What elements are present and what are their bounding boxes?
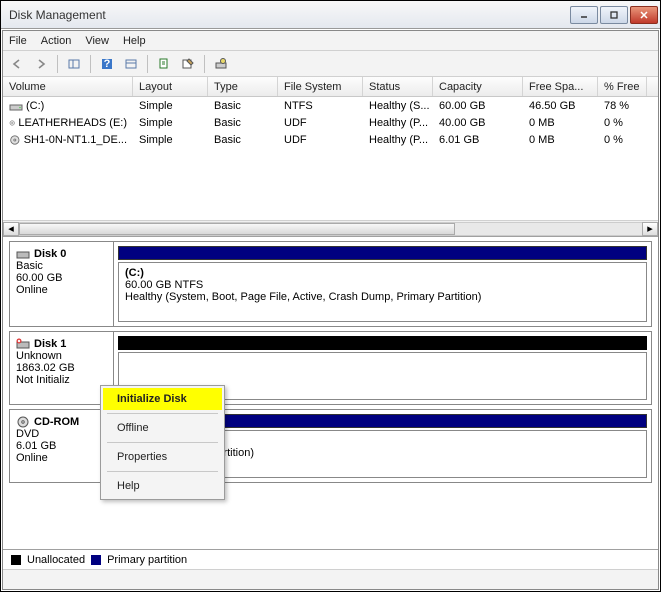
col-status[interactable]: Status [363,77,433,96]
menu-view[interactable]: View [85,35,109,47]
cdrom-info: CD-ROM DVD 6.01 GB Online [10,410,114,482]
disk-action-icon[interactable] [211,54,231,74]
context-offline[interactable]: Offline [103,417,222,439]
menu-action[interactable]: Action [41,35,72,47]
cdrom-icon [16,416,30,428]
menu-help[interactable]: Help [123,35,146,47]
legend-primary-swatch [91,555,101,565]
legend-unallocated-swatch [11,555,21,565]
settings-icon[interactable] [121,54,141,74]
context-properties[interactable]: Properties [103,446,222,468]
col-type[interactable]: Type [208,77,278,96]
window-buttons [570,6,658,24]
properties-icon[interactable] [178,54,198,74]
col-filesystem[interactable]: File System [278,77,363,96]
disk-1-info: Disk 1 Unknown 1863.02 GB Not Initializ [10,332,114,404]
maximize-button[interactable] [600,6,628,24]
disc-icon [9,117,15,129]
context-menu: Initialize Disk Offline Properties Help [100,385,225,500]
legend-primary-label: Primary partition [107,554,187,566]
partition-stripe [118,246,647,260]
toolbar: ? [3,51,658,77]
menu-file[interactable]: File [9,35,27,47]
scroll-right-icon[interactable]: ▸ [642,222,658,236]
partition-c[interactable]: (C:) 60.00 GB NTFS Healthy (System, Boot… [118,262,647,322]
title-bar: Disk Management [1,1,660,29]
context-initialize-disk[interactable]: Initialize Disk [103,388,222,410]
disk-icon [16,248,30,260]
disk-graphical-view: Disk 0 Basic 60.00 GB Online (C:) 60.00 … [3,237,658,549]
back-button[interactable] [7,54,27,74]
legend: Unallocated Primary partition [3,549,658,569]
table-row[interactable]: SH1-0N-NT1.1_DE... Simple Basic UDF Heal… [3,131,658,148]
legend-unallocated-label: Unallocated [27,554,85,566]
col-capacity[interactable]: Capacity [433,77,523,96]
col-volume[interactable]: Volume [3,77,133,96]
refresh-icon[interactable] [154,54,174,74]
status-bar [3,569,658,589]
drive-icon [9,100,23,112]
col-layout[interactable]: Layout [133,77,208,96]
menu-bar: File Action View Help [3,31,658,51]
column-headers: Volume Layout Type File System Status Ca… [3,77,658,97]
minimize-button[interactable] [570,6,598,24]
disk-0-row[interactable]: Disk 0 Basic 60.00 GB Online (C:) 60.00 … [9,241,652,327]
volume-list: Volume Layout Type File System Status Ca… [3,77,658,237]
col-pct-free[interactable]: % Free [598,77,647,96]
horizontal-scrollbar[interactable]: ◂ ▸ [3,220,658,236]
table-row[interactable]: LEATHERHEADS (E:) Simple Basic UDF Healt… [3,114,658,131]
disk-warning-icon [16,338,30,350]
window-title: Disk Management [7,8,570,22]
context-help[interactable]: Help [103,475,222,497]
table-row[interactable]: (C:) Simple Basic NTFS Healthy (S... 60.… [3,97,658,114]
close-button[interactable] [630,6,658,24]
svg-text:?: ? [104,58,111,70]
forward-button[interactable] [31,54,51,74]
scroll-thumb[interactable] [19,223,455,235]
disk-0-info: Disk 0 Basic 60.00 GB Online [10,242,114,326]
disc-icon [9,134,21,146]
scroll-left-icon[interactable]: ◂ [3,222,19,236]
help-icon[interactable]: ? [97,54,117,74]
unallocated-stripe [118,336,647,350]
show-hide-button[interactable] [64,54,84,74]
col-free-space[interactable]: Free Spa... [523,77,598,96]
